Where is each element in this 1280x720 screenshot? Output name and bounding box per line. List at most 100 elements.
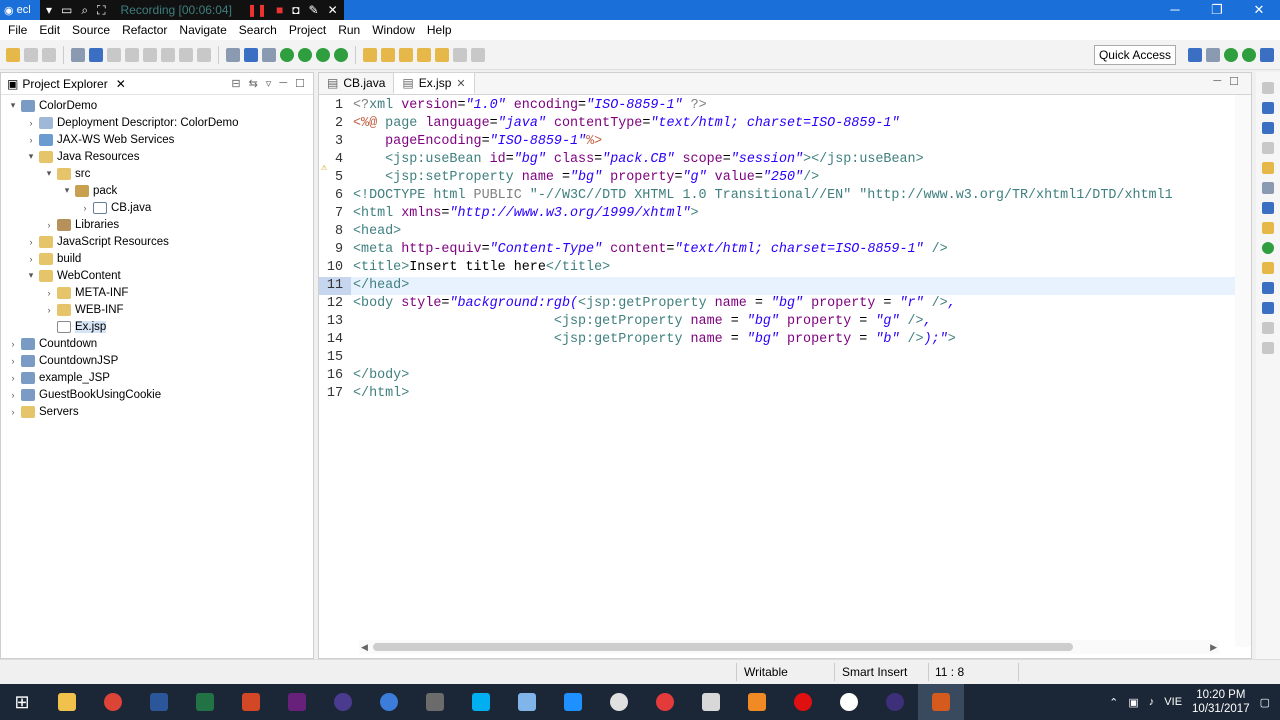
suspend-icon[interactable]: [143, 47, 157, 62]
vertical-scrollbar[interactable]: [1235, 95, 1251, 647]
tree-item[interactable]: › CB.java: [1, 199, 313, 216]
menu-help[interactable]: Help: [421, 23, 458, 37]
collapse-arrow-icon[interactable]: ›: [25, 135, 37, 145]
collapse-arrow-icon[interactable]: ›: [7, 356, 19, 366]
restore-icon[interactable]: [1262, 142, 1274, 154]
menu-search[interactable]: Search: [233, 23, 283, 37]
debug-perspective-icon[interactable]: [1242, 47, 1256, 62]
tree-item[interactable]: › example_JSP: [1, 369, 313, 386]
build-icon[interactable]: [262, 47, 276, 62]
forward-icon[interactable]: [471, 47, 485, 62]
restore-icon[interactable]: [1262, 322, 1274, 334]
expand-arrow-icon[interactable]: ▾: [25, 151, 37, 162]
open-type-icon[interactable]: [363, 47, 377, 62]
console-icon[interactable]: [89, 47, 103, 62]
media-app-icon[interactable]: [550, 684, 596, 720]
server-icon[interactable]: [226, 47, 240, 62]
step-over-icon[interactable]: [197, 47, 211, 62]
editor-tab[interactable]: ▤ Ex.jsp ✕: [393, 72, 475, 94]
code-line[interactable]: 9 <meta http-equiv="Content-Type" content…: [319, 241, 1251, 259]
minimize-view-icon[interactable]: ─: [279, 77, 287, 90]
visual-studio-icon[interactable]: [274, 684, 320, 720]
java-perspective-icon[interactable]: [1224, 47, 1238, 62]
speaker-icon[interactable]: ♪: [1149, 696, 1155, 708]
back-icon[interactable]: [453, 47, 467, 62]
search-view-icon[interactable]: [1262, 302, 1274, 314]
open-perspective-icon[interactable]: [1188, 47, 1202, 62]
link-editor-icon[interactable]: ⇆: [249, 77, 258, 90]
maximize-editor-icon[interactable]: ☐: [1229, 75, 1239, 88]
tree-item[interactable]: ▾ pack: [1, 182, 313, 199]
menu-file[interactable]: File: [2, 23, 33, 37]
close-tab-icon[interactable]: ✕: [456, 77, 465, 90]
search-tool-icon[interactable]: [399, 47, 413, 62]
close-button[interactable]: ✕: [1238, 0, 1280, 20]
collapse-arrow-icon[interactable]: ›: [25, 237, 37, 247]
tree-item[interactable]: ▾ WebContent: [1, 267, 313, 284]
collapse-arrow-icon[interactable]: ›: [25, 118, 37, 128]
tree-item[interactable]: › META-INF: [1, 284, 313, 301]
window-icon[interactable]: ▭: [61, 3, 72, 17]
tree-item[interactable]: › Deployment Descriptor: ColorDemo: [1, 114, 313, 131]
code-editor[interactable]: ⚠ 1 <?xml version="1.0" encoding="ISO-885…: [319, 95, 1251, 403]
servers-icon[interactable]: [1262, 202, 1274, 214]
pen-icon[interactable]: ✎: [309, 3, 319, 17]
skype-icon[interactable]: [458, 684, 504, 720]
active-recorder-icon[interactable]: [918, 684, 964, 720]
save-all-icon[interactable]: [42, 47, 56, 62]
collapse-arrow-icon[interactable]: ›: [43, 288, 55, 298]
tree-item[interactable]: › build: [1, 250, 313, 267]
code-line[interactable]: 3 pageEncoding="ISO-8859-1"%>: [319, 133, 1251, 151]
problems-icon[interactable]: [1262, 262, 1274, 274]
maximize-view-icon[interactable]: ☐: [295, 77, 305, 90]
tree-item[interactable]: › JAX-WS Web Services: [1, 131, 313, 148]
debug-view-icon[interactable]: [1262, 342, 1274, 354]
chrome-icon[interactable]: [90, 684, 136, 720]
tree-item[interactable]: › Countdown: [1, 335, 313, 352]
maximize-button[interactable]: ❐: [1196, 0, 1238, 20]
code-line[interactable]: 17 </html>: [319, 385, 1251, 403]
tree-item[interactable]: › GuestBookUsingCookie: [1, 386, 313, 403]
run-icon[interactable]: [298, 47, 312, 62]
save-icon[interactable]: [24, 47, 38, 62]
collapse-arrow-icon[interactable]: ›: [7, 390, 19, 400]
skip-breakpoints-icon[interactable]: [107, 47, 121, 62]
record-app-icon[interactable]: [780, 684, 826, 720]
file-explorer-icon[interactable]: [44, 684, 90, 720]
keyboard-language[interactable]: VIE: [1164, 696, 1182, 708]
tree-item[interactable]: › Servers: [1, 403, 313, 420]
tray-expand-icon[interactable]: ⌃: [1109, 696, 1118, 709]
close-tab-icon[interactable]: ✕: [116, 77, 126, 91]
code-line[interactable]: 6 <!DOCTYPE html PUBLIC "-//W3C//DTD XHTM…: [319, 187, 1251, 205]
menu-window[interactable]: Window: [366, 23, 421, 37]
tree-item[interactable]: ▾ ColorDemo: [1, 97, 313, 114]
menu-run[interactable]: Run: [332, 23, 366, 37]
powerpoint-icon[interactable]: [228, 684, 274, 720]
code-line[interactable]: 11 </head>: [319, 277, 1251, 295]
menu-source[interactable]: Source: [66, 23, 116, 37]
editor-tab[interactable]: ▤ CB.java: [319, 72, 393, 94]
outline-icon[interactable]: [1262, 102, 1274, 114]
minimize-editor-icon[interactable]: ─: [1213, 75, 1221, 88]
code-line[interactable]: 14 <jsp:getProperty name = "bg" property…: [319, 331, 1251, 349]
step-into-icon[interactable]: [179, 47, 193, 62]
java-ee-perspective-icon[interactable]: [1206, 47, 1220, 62]
search-icon[interactable]: ⌕: [81, 3, 88, 18]
tools-app-icon[interactable]: [412, 684, 458, 720]
expand-arrow-icon[interactable]: ▾: [25, 270, 37, 281]
code-line[interactable]: 13 <jsp:getProperty name = "bg" property…: [319, 313, 1251, 331]
tree-item[interactable]: › JavaScript Resources: [1, 233, 313, 250]
target-app-icon[interactable]: [826, 684, 872, 720]
next-annotation-icon[interactable]: [417, 47, 431, 62]
cloud-app-icon[interactable]: [596, 684, 642, 720]
collapse-arrow-icon[interactable]: ›: [79, 203, 91, 213]
coverage-icon[interactable]: [316, 47, 330, 62]
windows-start-icon[interactable]: ⊞: [0, 684, 44, 720]
eclipse-second-icon[interactable]: [872, 684, 918, 720]
tree-item[interactable]: › Libraries: [1, 216, 313, 233]
debug-icon[interactable]: [71, 47, 85, 62]
task-list-icon[interactable]: [1262, 122, 1274, 134]
menu-project[interactable]: Project: [283, 23, 332, 37]
code-line[interactable]: 12 <body style = "background:rgb(<jsp:getPr…: [319, 295, 1251, 313]
notepad-icon[interactable]: [504, 684, 550, 720]
